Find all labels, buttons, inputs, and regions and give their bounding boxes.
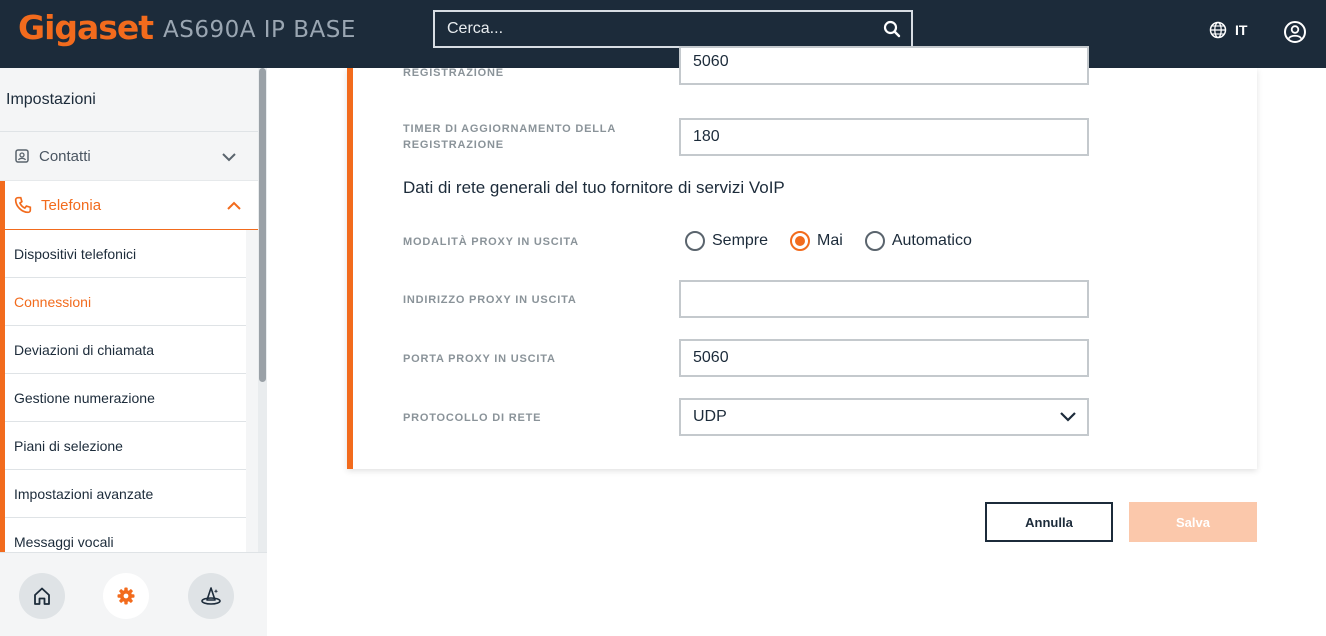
proxy-port-field[interactable]: 5060 <box>679 339 1089 377</box>
sidebar-group-telefonia[interactable]: Telefonia <box>0 181 258 230</box>
proxy-port-label: PORTA PROXY IN USCITA <box>403 353 556 365</box>
proxy-address-field[interactable] <box>679 280 1089 318</box>
timer-label: TIMER DI AGGIORNAMENTO DELLA REGISTRAZIO… <box>403 123 616 151</box>
chevron-up-icon <box>227 201 241 210</box>
language-selector[interactable]: IT <box>1209 21 1247 39</box>
sidebar-scrollbar-thumb[interactable] <box>259 68 266 382</box>
sidebar-item-dispositivi[interactable]: Dispositivi telefonici <box>5 230 246 278</box>
phone-icon <box>14 196 32 214</box>
globe-icon <box>1209 21 1227 39</box>
chevron-down-icon <box>1060 412 1076 422</box>
top-bar: Gigaset AS690A IP BASE IT <box>0 0 1326 68</box>
radio-sempre[interactable] <box>685 231 705 251</box>
radio-option-sempre[interactable]: Sempre <box>685 231 768 251</box>
registration-port-field[interactable]: 5060 <box>679 46 1089 85</box>
settings-button[interactable] <box>103 573 149 619</box>
radio-option-mai[interactable]: Mai <box>790 231 843 251</box>
protocol-label: PROTOCOLLO DI RETE <box>403 412 542 424</box>
sidebar: Impostazioni Contatti Telefonia Disposit… <box>0 68 267 636</box>
radio-label: Sempre <box>712 232 769 249</box>
sidebar-group-label: Contatti <box>39 147 91 165</box>
proxy-address-label: INDIRIZZO PROXY IN USCITA <box>403 294 577 306</box>
user-account-icon[interactable] <box>1283 20 1307 44</box>
search-icon[interactable] <box>883 20 901 38</box>
save-button[interactable]: Salva <box>1129 502 1257 542</box>
search-input[interactable] <box>435 12 855 46</box>
registration-label-partial: REGISTRAZIONE <box>403 67 504 79</box>
home-icon <box>34 587 50 605</box>
radio-mai[interactable] <box>790 231 811 251</box>
radio-automatico[interactable] <box>864 231 885 251</box>
sidebar-bottom-nav <box>0 552 267 636</box>
registration-timer-field[interactable]: 180 <box>679 118 1089 156</box>
sidebar-group-label: Telefonia <box>41 196 102 214</box>
protocol-selected-value: UDP <box>693 408 727 425</box>
contacts-icon <box>15 149 29 163</box>
sidebar-item-gestione-numerazione[interactable]: Gestione numerazione <box>5 374 246 422</box>
sidebar-group-contatti[interactable]: Contatti <box>0 132 258 181</box>
sidebar-item-piani-selezione[interactable]: Piani di selezione <box>5 422 246 470</box>
device-model: AS690A IP BASE <box>163 17 356 43</box>
sidebar-item-impostazioni-avanzate[interactable]: Impostazioni avanzate <box>5 470 246 518</box>
gigaset-logo[interactable]: Gigaset <box>18 8 154 47</box>
protocol-select[interactable]: UDP <box>679 398 1089 436</box>
search-box[interactable] <box>433 10 913 48</box>
gear-icon <box>117 587 135 605</box>
cancel-button[interactable]: Annulla <box>985 502 1113 542</box>
network-section-title: Dati di rete generali del tuo fornitore … <box>403 178 785 197</box>
radio-label: Automatico <box>891 232 972 249</box>
proxy-mode-radio-group: Sempre Mai Automatico <box>685 231 994 251</box>
assistant-button[interactable] <box>188 573 234 619</box>
wizard-hat-icon <box>201 587 221 605</box>
radio-label: Mai <box>817 232 843 249</box>
sidebar-submenu-telefonia: Dispositivi telefonici Connessioni Devia… <box>0 230 246 552</box>
radio-option-automatico[interactable]: Automatico <box>864 231 972 251</box>
sidebar-item-connessioni[interactable]: Connessioni <box>5 278 246 326</box>
language-label: IT <box>1235 22 1248 38</box>
home-button[interactable] <box>19 573 65 619</box>
sidebar-menu: Impostazioni Contatti Telefonia Disposit… <box>0 68 258 552</box>
proxy-mode-label: MODALITÀ PROXY IN USCITA <box>403 236 579 248</box>
sidebar-item-messaggi-vocali[interactable]: Messaggi vocali <box>5 518 246 552</box>
sidebar-title: Impostazioni <box>0 68 258 132</box>
sidebar-item-deviazioni[interactable]: Deviazioni di chiamata <box>5 326 246 374</box>
connection-settings-card: REGISTRAZIONE 5060 TIMER DI AGGIORNAMENT… <box>347 46 1257 469</box>
chevron-down-icon <box>222 153 236 162</box>
